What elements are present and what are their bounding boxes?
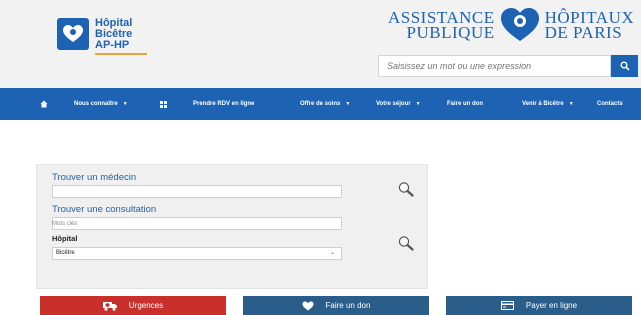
find-consultation-label: Trouver une consultation xyxy=(52,204,157,215)
logo-underline xyxy=(95,53,147,55)
nav-offre-de-soins[interactable]: Offre de soins ▼ xyxy=(300,88,350,120)
header: Hôpital Bicêtre AP-HP ASSISTANCE PUBLIQU… xyxy=(0,0,641,88)
nav-label: Votre séjour xyxy=(376,101,411,107)
nav-grid[interactable] xyxy=(160,88,167,120)
hospital-logo[interactable]: Hôpital Bicêtre AP-HP xyxy=(57,18,147,55)
nav-faire-un-don[interactable]: Faire un don xyxy=(447,88,483,120)
hospital-select-label: Hôpital xyxy=(52,234,78,243)
aphp-publique: PUBLIQUE xyxy=(406,23,495,42)
chevron-down-icon: ⌄ xyxy=(329,250,335,256)
hospital-select[interactable]: Bicêtre ⌄ xyxy=(52,247,342,260)
nav-label: Nous connaître xyxy=(74,101,118,107)
hospital-name-line3: AP-HP xyxy=(95,39,130,51)
search-icon xyxy=(620,61,630,71)
nav-contacts[interactable]: Contacts xyxy=(597,88,623,120)
nav-home[interactable] xyxy=(40,88,48,120)
site-search xyxy=(378,55,638,77)
urgences-label: Urgences xyxy=(128,301,164,310)
aphp-heart-icon xyxy=(500,8,539,41)
chevron-down-icon: ▼ xyxy=(345,101,351,107)
heart-icon xyxy=(302,301,314,311)
search-button[interactable] xyxy=(611,55,638,77)
page: Hôpital Bicêtre AP-HP ASSISTANCE PUBLIQU… xyxy=(0,0,641,315)
nav-label: Faire un don xyxy=(447,101,483,107)
chevron-down-icon: ▼ xyxy=(568,101,574,107)
finder-panel: Trouver un médecin Trouver une consultat… xyxy=(36,164,428,289)
aphp-logo[interactable]: ASSISTANCE PUBLIQUE HÔPITAUX DE PARIS xyxy=(388,7,634,43)
payer-en-ligne-label: Payer en ligne xyxy=(525,301,578,310)
nav-label: Offre de soins xyxy=(300,101,341,107)
hospital-selected-value: Bicêtre xyxy=(56,250,75,256)
consultation-search-input[interactable] xyxy=(52,217,342,230)
find-doctor-label: Trouver un médecin xyxy=(52,172,137,183)
aphp-logo-left: ASSISTANCE PUBLIQUE xyxy=(388,9,495,42)
nav-label: Contacts xyxy=(597,101,623,107)
urgences-button[interactable]: Urgences xyxy=(40,296,226,315)
nav-label: Venir à Bicêtre xyxy=(522,101,564,107)
nav-venir-bicetre[interactable]: Venir à Bicêtre ▼ xyxy=(522,88,574,120)
hospital-logo-text: Hôpital Bicêtre AP-HP xyxy=(95,18,147,55)
heart-logo-icon xyxy=(57,18,89,50)
chevron-down-icon: ▼ xyxy=(415,101,421,107)
ambulance-icon xyxy=(102,301,117,311)
keywords-label: Mots clés xyxy=(52,221,78,227)
home-icon xyxy=(40,100,48,108)
aphp-logo-right: HÔPITAUX DE PARIS xyxy=(544,9,635,42)
doctor-search-icon[interactable] xyxy=(397,181,415,197)
nav-prendre-rdv[interactable]: Prendre RDV en ligne xyxy=(193,88,254,120)
consultation-search-icon[interactable] xyxy=(397,235,415,251)
main-nav: Nous connaître ▼ Prendre RDV en ligne Off… xyxy=(0,88,641,120)
nav-nous-connaitre[interactable]: Nous connaître ▼ xyxy=(74,88,128,120)
doctor-search-input[interactable] xyxy=(52,185,342,198)
grid-icon xyxy=(160,100,167,108)
chevron-down-icon: ▼ xyxy=(122,101,128,107)
payer-en-ligne-button[interactable]: Payer en ligne xyxy=(446,296,632,315)
aphp-de-paris: DE PARIS xyxy=(544,23,623,42)
card-icon xyxy=(500,301,514,310)
nav-votre-sejour[interactable]: Votre séjour ▼ xyxy=(376,88,421,120)
search-input[interactable] xyxy=(378,55,611,77)
faire-un-don-button[interactable]: Faire un don xyxy=(243,296,429,315)
nav-label: Prendre RDV en ligne xyxy=(193,101,255,107)
faire-un-don-label: Faire un don xyxy=(325,301,371,310)
